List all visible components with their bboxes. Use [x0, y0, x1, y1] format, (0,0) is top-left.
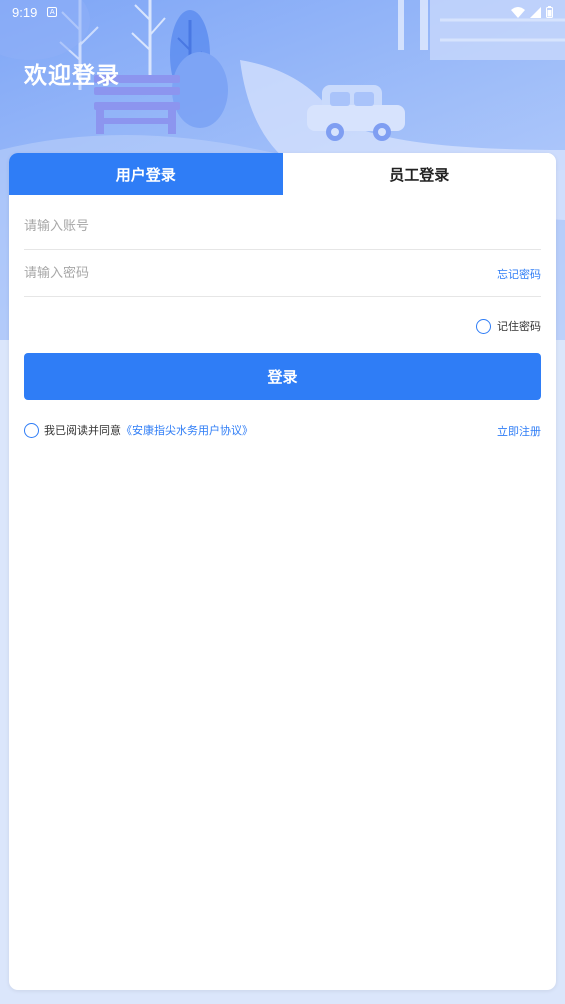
login-card: 用户登录 员工登录 忘记密码 记住密码 登录 我已阅读并同意《安康指尖水务用户协… — [9, 153, 556, 990]
tab-staff-login[interactable]: 员工登录 — [282, 153, 556, 195]
login-tabs: 用户登录 员工登录 — [9, 153, 556, 195]
login-button[interactable]: 登录 — [24, 353, 541, 400]
page-title: 欢迎登录 — [24, 63, 120, 89]
register-link[interactable]: 立即注册 — [497, 423, 541, 439]
status-time: 9:19 — [12, 4, 38, 20]
account-field — [24, 204, 541, 250]
remember-radio[interactable] — [476, 318, 491, 334]
password-field: 忘记密码 — [24, 251, 541, 297]
agreement-row: 我已阅读并同意 《安康指尖水务用户协议》 — [24, 422, 253, 438]
notification-icon: A — [47, 7, 58, 17]
status-bar: 9:19 A — [0, 0, 565, 24]
agreement-radio[interactable] — [24, 422, 39, 438]
remember-password-toggle[interactable]: 记住密码 — [476, 318, 541, 334]
wifi-icon — [511, 6, 525, 18]
forgot-password-link[interactable]: 忘记密码 — [497, 266, 541, 282]
battery-icon — [546, 6, 553, 18]
signal-icon — [530, 6, 541, 18]
tab-user-login[interactable]: 用户登录 — [9, 153, 283, 195]
remember-password-label: 记住密码 — [497, 320, 541, 333]
agreement-text: 我已阅读并同意 — [44, 424, 121, 437]
agreement-link[interactable]: 《安康指尖水务用户协议》 — [121, 422, 253, 438]
account-input[interactable] — [24, 219, 541, 234]
password-input[interactable] — [24, 266, 497, 281]
